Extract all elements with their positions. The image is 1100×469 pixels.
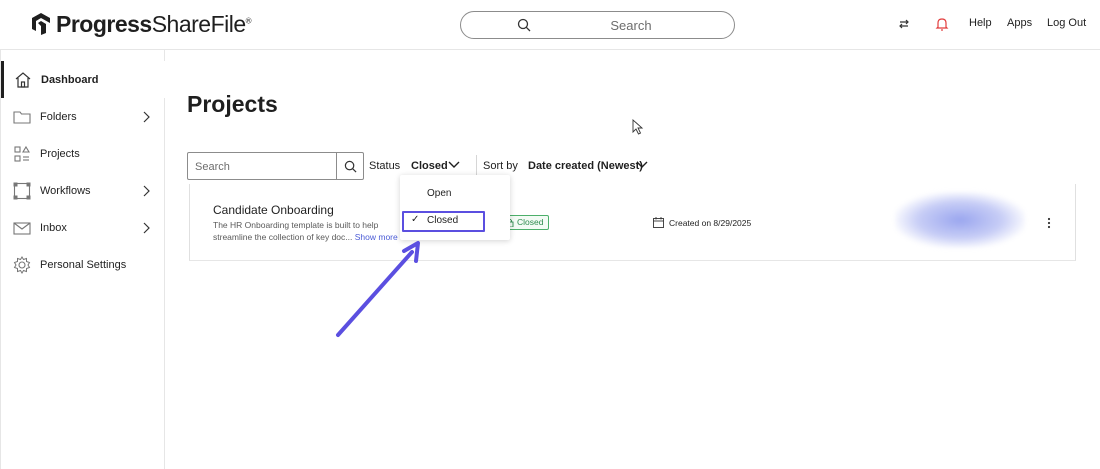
sidebar-item-folders[interactable]: Folders — [1, 98, 165, 135]
project-card[interactable]: Candidate Onboarding The HR Onboarding t… — [189, 184, 1076, 261]
status-filter-dropdown[interactable]: Closed — [411, 160, 448, 172]
mouse-cursor-icon — [632, 119, 644, 135]
more-options-icon[interactable] — [1047, 217, 1051, 229]
top-header: ProgressShareFile® Help Apps Log Out — [0, 0, 1100, 50]
workflows-icon — [13, 182, 31, 199]
sidebar-item-inbox[interactable]: Inbox — [1, 209, 165, 246]
sidebar-item-label: Workflows — [40, 184, 91, 197]
project-search-button[interactable] — [336, 152, 364, 180]
chevron-right-icon — [143, 111, 150, 122]
global-search[interactable] — [460, 11, 735, 39]
chevron-right-icon — [143, 185, 150, 196]
created-date: Created on 8/29/2025 — [653, 217, 751, 228]
help-link[interactable]: Help — [969, 17, 992, 29]
status-badge-text: Closed — [517, 217, 544, 227]
project-search-input[interactable] — [195, 159, 330, 174]
sidebar-item-projects[interactable]: Projects — [1, 135, 165, 172]
sort-dropdown[interactable]: Date created (Newest) — [528, 160, 643, 172]
sidebar-item-label: Folders — [40, 110, 77, 123]
project-title[interactable]: Candidate Onboarding — [213, 203, 334, 217]
sidebar-item-label: Inbox — [40, 221, 67, 234]
created-date-text: Created on 8/29/2025 — [669, 217, 752, 228]
page-title: Projects — [187, 91, 278, 117]
chevron-down-icon[interactable] — [448, 160, 460, 170]
sidebar-item-dashboard[interactable]: Dashboard — [1, 61, 165, 98]
option-label: Open — [427, 188, 452, 199]
blurred-content — [895, 192, 1025, 248]
calendar-icon — [653, 217, 664, 228]
home-icon — [15, 71, 31, 88]
chevron-right-icon — [143, 222, 150, 233]
sidebar-item-label: Dashboard — [41, 73, 99, 86]
gear-icon — [13, 255, 31, 274]
search-icon — [517, 18, 531, 32]
brand-name: ProgressShareFile® — [56, 10, 252, 37]
apps-link[interactable]: Apps — [1007, 17, 1032, 29]
annotation-arrow — [336, 241, 420, 337]
annotation-highlight-box — [402, 211, 485, 232]
sidebar-item-workflows[interactable]: Workflows — [1, 172, 165, 209]
envelope-icon — [13, 221, 31, 235]
global-search-input[interactable] — [541, 16, 721, 34]
folder-icon — [13, 110, 31, 124]
sidebar-item-label: Personal Settings — [40, 258, 127, 271]
status-filter-label: Status — [369, 160, 401, 172]
projects-icon — [14, 145, 30, 162]
progress-logo-icon — [32, 13, 50, 35]
search-icon — [344, 160, 357, 172]
logout-link[interactable]: Log Out — [1047, 17, 1086, 29]
transfer-arrows-icon[interactable] — [896, 16, 912, 32]
progress-sharefile-logo[interactable]: ProgressShareFile® — [30, 10, 252, 38]
chevron-down-icon[interactable] — [636, 160, 648, 170]
sidebar-item-personal-settings[interactable]: Personal Settings — [1, 246, 165, 283]
status-option-open[interactable]: Open — [400, 183, 510, 205]
sort-label: Sort by — [483, 160, 518, 172]
filter-divider — [476, 155, 477, 177]
project-search[interactable] — [187, 152, 364, 180]
bell-icon[interactable] — [934, 16, 950, 32]
sidebar-item-label: Projects — [40, 147, 80, 160]
sidebar: Dashboard Folders Projects Workflows Inb… — [0, 50, 165, 469]
